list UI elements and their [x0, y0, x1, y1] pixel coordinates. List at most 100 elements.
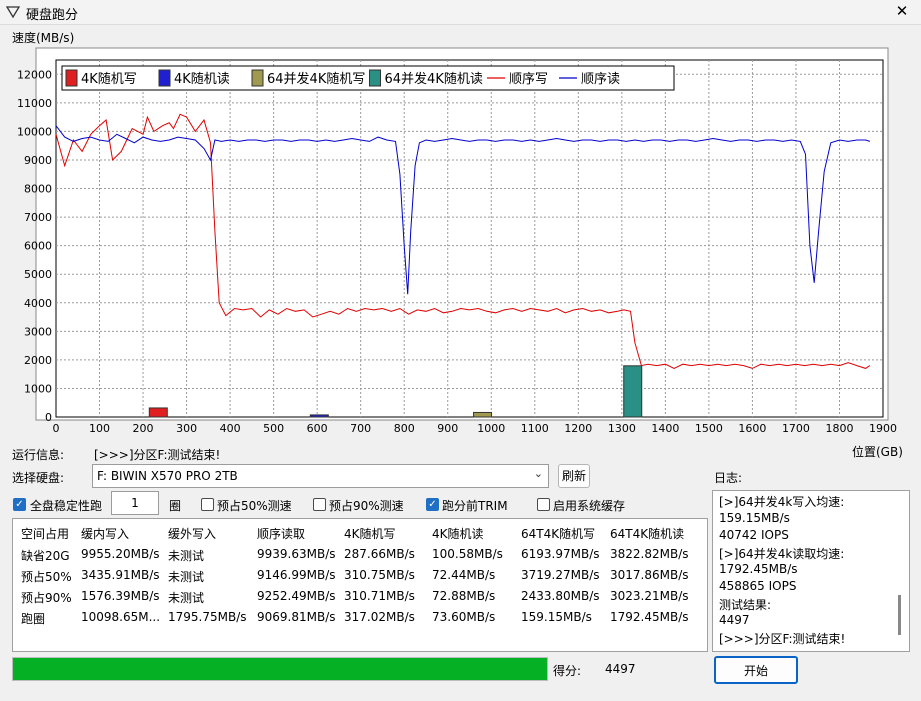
table-cell: 100.58MB/s — [432, 547, 503, 561]
table-cell: 9939.63MB/s — [257, 547, 336, 561]
x-tick-label: 1100 — [521, 422, 549, 435]
x-tick-label: 1500 — [695, 422, 723, 435]
table-header: 顺序读取 — [257, 527, 306, 541]
table-cell: 3023.21MB/s — [610, 589, 689, 603]
table-cell: 317.02MB/s — [344, 610, 415, 624]
log-line: [>]64并发4k写入均速: — [719, 495, 845, 509]
table-cell: 预占90% — [21, 591, 72, 605]
laps-input[interactable]: 1 — [111, 491, 159, 515]
x-tick-label: 900 — [437, 422, 458, 435]
bar — [473, 411, 493, 418]
speed-chart: 0 100 200 300 400 500 600 700 800 900 1000 1100 1200… — [17, 47, 897, 435]
table-cell: 73.60MB/s — [432, 610, 496, 624]
y-tick-label: 1000 — [24, 382, 52, 395]
log-line: 458865 IOPS — [719, 579, 797, 593]
x-tick-label: 1700 — [782, 422, 810, 435]
syscache-checkbox[interactable] — [537, 498, 550, 511]
log-label: 日志: — [714, 471, 743, 485]
log-line: [>]64并发4k读取均速: — [719, 547, 845, 561]
table-cell: 跑圈 — [21, 612, 46, 626]
table-cell: 9955.20MB/s — [81, 547, 160, 561]
x-tick-label: 700 — [350, 422, 371, 435]
x-tick-label: 300 — [176, 422, 197, 435]
table-header: 空间占用 — [21, 527, 70, 541]
prefill90-checkbox[interactable] — [313, 498, 326, 511]
log-line: [>>>]分区F:测试结束! — [719, 632, 846, 646]
table-cell: 未测试 — [168, 570, 205, 584]
y-tick-label: 11000 — [17, 97, 52, 110]
y-tick-label: 9000 — [24, 154, 52, 167]
y-tick-label: 8000 — [24, 183, 52, 196]
trim-checkbox[interactable]: ✓ — [426, 498, 439, 511]
start-button[interactable]: 开始 — [714, 656, 798, 684]
table-cell: 72.44MB/s — [432, 568, 496, 582]
disk-select[interactable]: F: BIWIN X570 PRO 2TB ⌄ — [92, 464, 549, 488]
table-cell: 1792.45MB/s — [610, 610, 689, 624]
log-box: [>]64并发4k写入均速: 159.15MB/s 40742 IOPS [>]… — [712, 490, 910, 652]
x-tick-label: 400 — [220, 422, 241, 435]
x-tick-label: 200 — [133, 422, 154, 435]
laps-unit-label: 圈 — [169, 499, 182, 513]
table-cell: 预占50% — [21, 570, 72, 584]
table-cell: 3017.86MB/s — [610, 568, 689, 582]
x-tick-label: 600 — [307, 422, 328, 435]
refresh-button[interactable]: 刷新 — [558, 464, 590, 488]
syscache-label: 启用系统缓存 — [553, 499, 626, 513]
legend-label: 64并发4K随机读 — [385, 71, 483, 87]
log-scrollbar[interactable] — [898, 595, 901, 635]
log-line: 159.15MB/s — [719, 511, 790, 525]
y-tick-label: 0 — [45, 411, 52, 424]
legend-label: 4K随机读 — [174, 72, 230, 87]
x-axis-title: 位置(GB) — [852, 445, 903, 459]
prefill50-label: 预占50%测速 — [217, 499, 292, 513]
y-tick-label: 2000 — [24, 354, 52, 367]
legend-label: 顺序读 — [581, 72, 620, 87]
bar — [148, 407, 168, 418]
table-cell: 9252.49MB/s — [257, 589, 336, 603]
legend-swatch — [65, 69, 78, 87]
table-cell: 未测试 — [168, 549, 205, 563]
bar — [623, 365, 643, 418]
prefill50-checkbox[interactable] — [201, 498, 214, 511]
legend-swatch — [251, 69, 264, 87]
legend-swatch — [369, 69, 381, 87]
full-disk-label: 全盘稳定性跑 — [30, 499, 103, 513]
table-header: 4K随机写 — [344, 527, 396, 541]
full-disk-checkbox[interactable]: ✓ — [13, 498, 26, 511]
title-bar: 硬盘跑分 ✕ — [0, 0, 921, 25]
app-icon — [6, 6, 20, 19]
table-header: 缓内写入 — [81, 527, 130, 541]
x-tick-label: 800 — [394, 422, 415, 435]
x-tick-label: 500 — [263, 422, 284, 435]
plot-area — [55, 59, 884, 418]
run-info-value: [>>>]分区F:测试结束! — [94, 448, 221, 462]
x-tick-label: 1900 — [869, 422, 897, 435]
legend-swatch — [158, 69, 171, 87]
table-cell: 6193.97MB/s — [521, 547, 600, 561]
table-header: 缓外写入 — [168, 527, 217, 541]
table-cell: 缺省20G — [21, 549, 70, 563]
table-header: 64T4K随机写 — [521, 527, 596, 541]
y-tick-label: 3000 — [24, 325, 52, 338]
window-title: 硬盘跑分 — [26, 8, 79, 23]
y-tick-label: 6000 — [24, 240, 52, 253]
log-line: 40742 IOPS — [719, 528, 789, 542]
x-tick-label: 1800 — [825, 422, 853, 435]
y-tick-label: 7000 — [24, 211, 52, 224]
table-cell: 未测试 — [168, 591, 205, 605]
x-tick-label: 100 — [89, 422, 110, 435]
chevron-down-icon: ⌄ — [533, 467, 543, 480]
x-tick-label: 1600 — [738, 422, 766, 435]
x-tick-label: 1300 — [608, 422, 636, 435]
table-cell: 3822.82MB/s — [610, 547, 689, 561]
table-cell: 10098.65M... — [81, 610, 161, 624]
disk-select-label: 选择硬盘: — [12, 471, 65, 485]
score-label: 得分: — [553, 664, 582, 678]
disk-select-value: F: BIWIN X570 PRO 2TB — [97, 469, 238, 483]
log-line: 1792.45MB/s — [719, 562, 798, 576]
table-cell: 72.88MB/s — [432, 589, 496, 603]
close-button[interactable]: ✕ — [889, 0, 915, 22]
legend-label: 4K随机写 — [81, 72, 137, 87]
prefill90-label: 预占90%测速 — [329, 499, 404, 513]
legend-label: 顺序写 — [509, 72, 548, 87]
